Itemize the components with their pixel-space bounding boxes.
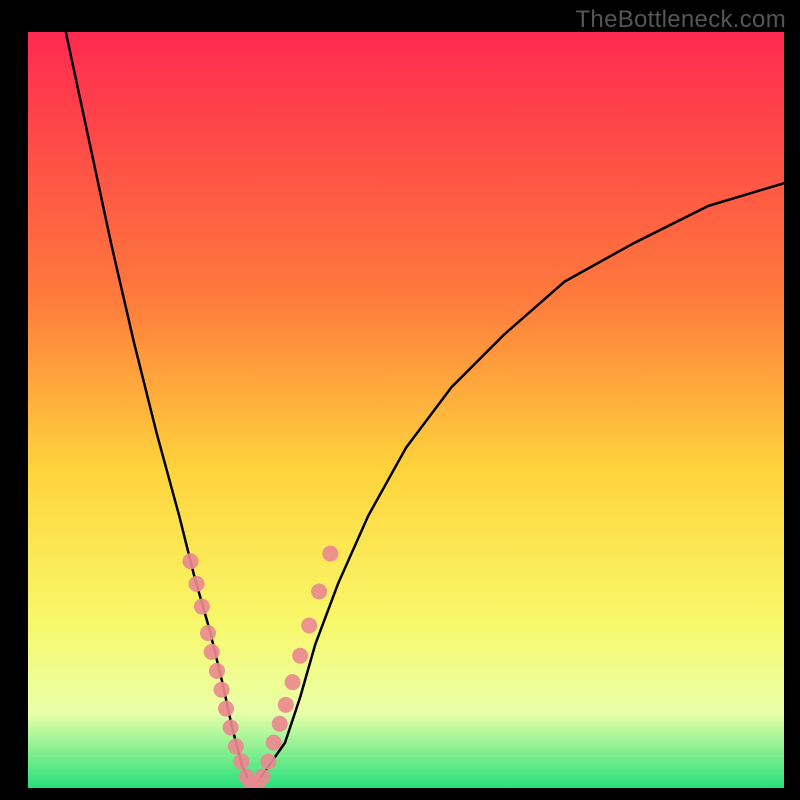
marker-point — [194, 599, 210, 615]
marker-point — [218, 701, 234, 717]
marker-point — [322, 546, 338, 562]
plot-area — [28, 32, 784, 788]
marker-point — [272, 716, 288, 732]
marker-point — [189, 576, 205, 592]
marker-point — [223, 720, 239, 736]
marker-point — [254, 769, 270, 785]
marker-point — [233, 754, 249, 770]
marker-point — [266, 735, 282, 751]
marker-point — [278, 697, 294, 713]
marker-point — [260, 754, 276, 770]
marker-point — [285, 674, 301, 690]
gradient-background — [28, 32, 784, 788]
bottleneck-chart — [28, 32, 784, 788]
marker-point — [301, 617, 317, 633]
marker-point — [311, 583, 327, 599]
marker-point — [183, 553, 199, 569]
marker-point — [200, 625, 216, 641]
marker-point — [214, 682, 230, 698]
watermark-text: TheBottleneck.com — [575, 6, 786, 34]
chart-container: TheBottleneck.com — [0, 0, 800, 800]
marker-point — [292, 648, 308, 664]
marker-point — [209, 663, 225, 679]
marker-point — [228, 738, 244, 754]
marker-point — [204, 644, 220, 660]
